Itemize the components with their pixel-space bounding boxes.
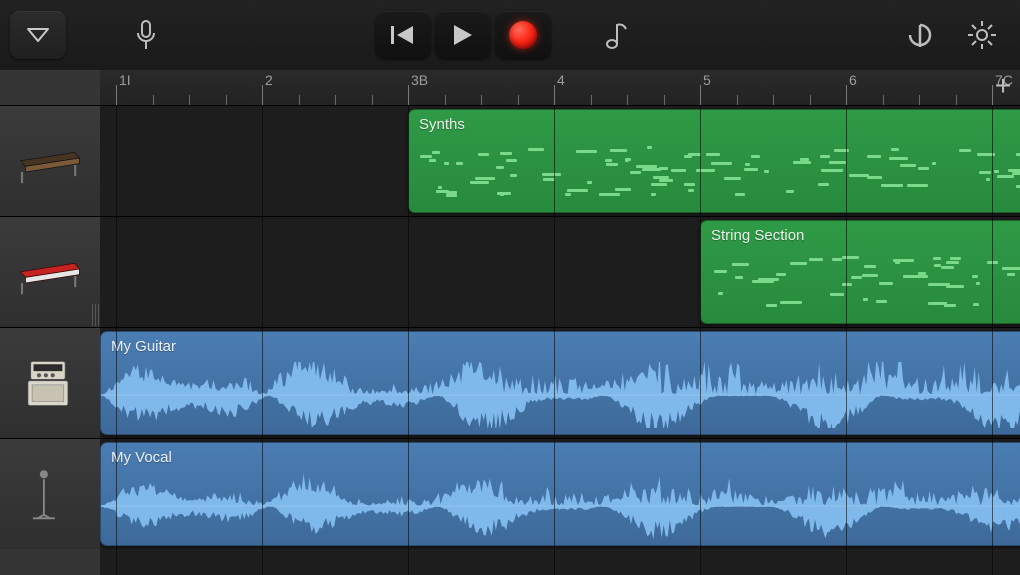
waveform [101,473,1020,539]
gridline [846,105,847,575]
mic-icon [136,19,156,51]
region-strings[interactable]: String Section [700,220,1020,324]
synth-keyboard-icon [15,134,85,189]
settings-button[interactable] [954,11,1010,59]
triangle-down-icon [26,27,50,43]
mic-stand-icon [15,467,85,522]
ruler-bar-label: 3B [411,72,428,88]
track-header-synths[interactable] [0,105,100,216]
track-header-vocal[interactable] [0,438,100,549]
gridline [700,105,701,575]
midi-notes [711,255,1020,315]
gridline [554,105,555,575]
region-vocal[interactable]: My Vocal [100,442,1020,546]
record-icon [509,21,537,49]
note-tool-button[interactable] [589,11,645,59]
region-label: My Guitar [111,338,1020,355]
region-label: Synths [419,116,1020,133]
lane-synths[interactable]: Synths [100,105,1020,216]
ruler-bar-label: 2 [265,72,273,88]
gear-icon [966,19,998,51]
record-button[interactable] [495,11,551,59]
track-header-strings[interactable] [0,216,100,327]
top-toolbar [0,0,1020,71]
region-label: String Section [711,227,1020,244]
ruler-spacer [0,70,100,105]
play-icon [452,23,474,47]
track-header-column [0,70,100,575]
region-label: My Vocal [111,449,1020,466]
ruler-bar-label: 1I [119,72,131,88]
rewind-icon [389,24,417,46]
track-resize-handle[interactable] [90,302,100,328]
region-synths[interactable]: Synths [408,109,1020,213]
note-tool-icon [604,20,630,50]
view-toggle-button[interactable] [10,11,66,59]
track-lanes: Synths String Section My Guitar My Voca [100,105,1020,575]
add-track-button[interactable]: + [990,74,1016,100]
gridline [408,105,409,575]
lane-guitar[interactable]: My Guitar [100,327,1020,438]
gridline [262,105,263,575]
region-guitar[interactable]: My Guitar [100,331,1020,435]
loop-icon [904,21,936,49]
play-button[interactable] [435,11,491,59]
rewind-button[interactable] [375,11,431,59]
timeline-ruler[interactable]: 1I23B4567C [100,70,1020,106]
ruler-bar-label: 4 [557,72,565,88]
ruler-bar-label: 5 [703,72,711,88]
track-header-guitar[interactable] [0,327,100,438]
gridline [116,105,117,575]
red-keyboard-icon [15,245,85,300]
loop-button[interactable] [892,11,948,59]
ruler-bar-label: 6 [849,72,857,88]
guitar-amp-icon [15,356,85,411]
input-mic-button[interactable] [118,11,174,59]
waveform [101,362,1020,428]
lane-vocal[interactable]: My Vocal [100,438,1020,549]
lane-strings[interactable]: String Section [100,216,1020,327]
timeline: 1I23B4567C Synths String Section My Guit… [100,70,1020,575]
midi-notes [419,144,1020,204]
gridline [992,105,993,575]
